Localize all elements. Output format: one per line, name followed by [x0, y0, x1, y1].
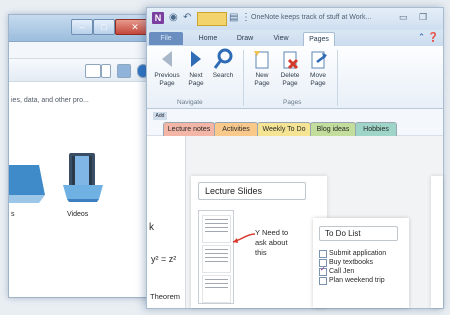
search-icon	[213, 48, 233, 69]
section-tab-blog-ideas[interactable]: Blog ideas	[310, 122, 356, 136]
preview-pane-button[interactable]	[117, 64, 131, 78]
view-dropdown-button[interactable]	[101, 64, 111, 78]
slide-thumbnail[interactable]	[202, 215, 231, 243]
previous-label-2: Page	[159, 80, 175, 87]
new-page-icon	[254, 51, 269, 69]
tab-file[interactable]: File	[149, 32, 183, 45]
lecture-slides-page: Lecture Slides Y Need to ask about this	[191, 176, 327, 308]
explorer-search-bar[interactable]: ⚲	[9, 42, 159, 59]
move-page-button[interactable]: Move Page	[305, 48, 331, 88]
slide-thumbnail[interactable]	[202, 275, 231, 303]
page-left-k: k	[149, 222, 154, 233]
maximize-button[interactable]: □	[93, 19, 115, 35]
navigate-group-label: Navigate	[177, 99, 203, 106]
tab-pages[interactable]: Pages	[303, 32, 335, 46]
section-tab-activities[interactable]: Activities	[214, 122, 258, 136]
new-label-2: Page	[254, 80, 270, 87]
onenote-window: N ◉ ↶ ▤ ⋮ OneNote keeps track of stuff a…	[146, 7, 444, 309]
back-icon[interactable]: ◉	[169, 12, 178, 24]
tab-home[interactable]: Home	[193, 32, 223, 45]
group-separator	[243, 50, 244, 106]
todo-item[interactable]: Plan weekend trip	[319, 277, 385, 285]
new-page-button[interactable]: New Page	[249, 48, 275, 88]
next-label: Next	[189, 72, 203, 79]
page-left: k y² = z² Theorem	[147, 136, 186, 308]
explorer-toolbar	[9, 59, 159, 82]
todo-item-label: Call Jen	[329, 268, 355, 275]
folder-icon-partial[interactable]	[9, 155, 47, 207]
slide-title-box[interactable]: Lecture Slides	[198, 182, 306, 200]
onenote-title-bar: N ◉ ↶ ▤ ⋮ OneNote keeps track of stuff a…	[147, 8, 443, 30]
todo-item-label: Submit application	[329, 250, 387, 257]
checkbox[interactable]	[319, 277, 327, 285]
next-label-2: Page	[188, 80, 204, 87]
delete-page-button[interactable]: Delete Page	[277, 48, 303, 88]
tab-draw[interactable]: Draw	[231, 32, 259, 45]
todo-list-card: To Do List Submit application Buy textbo…	[313, 218, 409, 308]
window-title: OneNote keeps track of stuff at Work...	[251, 14, 372, 21]
customize-qat-icon[interactable]: ⋮	[241, 12, 251, 24]
todo-item-label: Buy textbooks	[329, 259, 373, 266]
delete-page-icon	[283, 51, 299, 70]
library-description: ies, data, and other pro...	[11, 97, 89, 104]
move-label: Move	[310, 72, 326, 79]
pages-group-label: Pages	[283, 99, 302, 106]
theorem-text: Theorem	[150, 292, 181, 301]
fullpage-view-icon[interactable]: ▤	[229, 12, 238, 24]
search-label: Search	[212, 72, 234, 79]
explorer-title-bar: – □ ✕	[9, 15, 159, 42]
todo-item[interactable]: Call Jen	[319, 266, 355, 276]
minimize-icon[interactable]: ▭	[399, 12, 408, 23]
videos-library-label[interactable]: Videos	[67, 211, 88, 218]
next-arrow-icon	[191, 51, 201, 67]
todo-item[interactable]: Submit application	[319, 250, 387, 258]
previous-arrow-icon	[162, 51, 172, 67]
move-page-icon	[311, 51, 327, 69]
group-separator	[337, 50, 338, 106]
annotation-arrow-icon	[232, 233, 256, 243]
delete-label: Delete	[280, 72, 300, 79]
notebook-mini-label[interactable]: Add	[153, 112, 167, 120]
ribbon-tabs: File Home Draw View Pages ⌃ ❓	[147, 30, 443, 46]
todo-item[interactable]: Buy textbooks	[319, 259, 373, 267]
videos-library-icon[interactable]	[59, 151, 107, 203]
equation-text: y² = z²	[151, 254, 177, 264]
new-label: New	[255, 72, 269, 79]
delete-label-2: Page	[282, 80, 298, 87]
restore-icon[interactable]: ❐	[419, 12, 427, 23]
dock-to-desktop-icon[interactable]	[197, 12, 227, 26]
ribbon-pages: Previous Page Next Page Search Navigate …	[147, 46, 443, 109]
previous-label: Previous	[154, 72, 180, 79]
todo-list-title[interactable]: To Do List	[319, 226, 398, 241]
todo-item-label: Plan weekend trip	[329, 277, 385, 284]
page-canvas: k y² = z² Theorem Lecture Slides Y Need …	[147, 136, 443, 308]
explorer-window: – □ ✕ ⚲ ies, data, and other pro... s	[8, 14, 160, 298]
screenshot-frame: – □ ✕ ⚲ ies, data, and other pro... s	[0, 0, 450, 315]
checkbox-checked[interactable]	[319, 266, 327, 276]
slide-thumbnail[interactable]	[202, 245, 231, 273]
handwritten-note[interactable]: Y Need to ask about this	[255, 228, 295, 258]
search-button[interactable]: Search	[209, 48, 237, 80]
tab-view[interactable]: View	[267, 32, 295, 45]
checkbox[interactable]	[319, 250, 327, 258]
previous-page-button[interactable]: Previous Page	[153, 48, 181, 88]
move-label-2: Page	[310, 80, 326, 87]
section-tab-hobbies[interactable]: Hobbies	[355, 122, 397, 136]
next-page-button[interactable]: Next Page	[185, 48, 207, 88]
page-right	[431, 176, 443, 308]
view-options-button[interactable]	[85, 64, 101, 78]
slide-thumbnail-strip[interactable]	[198, 210, 234, 304]
section-tab-bar: Add Lecture notes Activities Weekly To D…	[147, 109, 443, 136]
minimize-button[interactable]: –	[71, 19, 93, 35]
onenote-logo-icon: N	[152, 12, 164, 24]
library-item-label[interactable]: s	[11, 211, 15, 218]
section-tab-lecture-notes[interactable]: Lecture notes	[163, 122, 215, 136]
undo-icon[interactable]: ↶	[183, 12, 191, 24]
help-icon[interactable]: ⌃ ❓	[418, 32, 439, 43]
section-tab-weekly-to-do[interactable]: Weekly To Do	[257, 122, 311, 136]
